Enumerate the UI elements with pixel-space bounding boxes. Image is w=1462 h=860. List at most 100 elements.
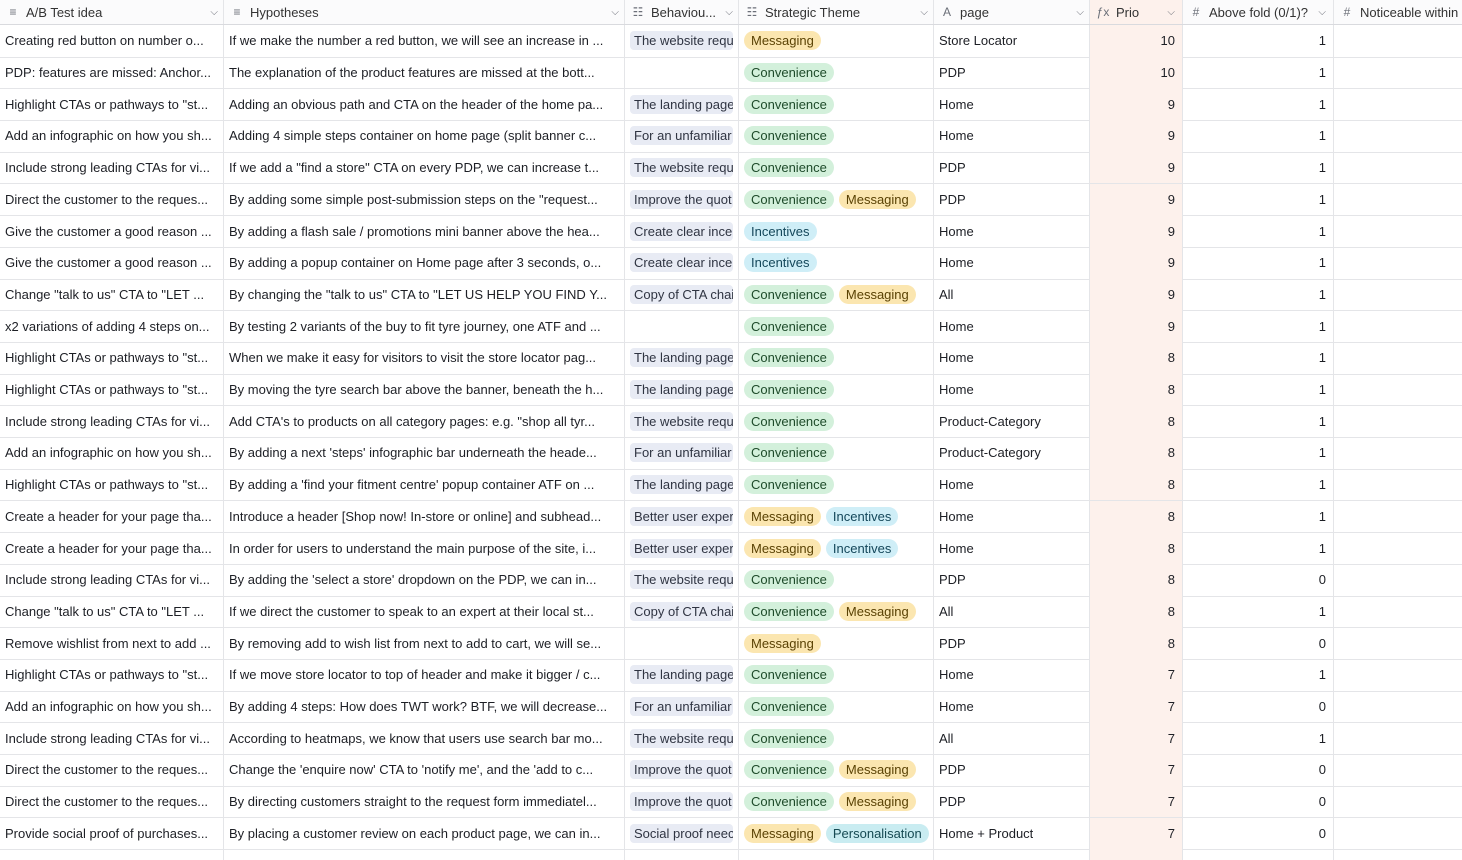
cell-noticeable[interactable] (1334, 501, 1462, 533)
cell-behaviour[interactable]: Improve the quot (625, 785, 739, 818)
cell-prio[interactable]: 8 (1090, 532, 1183, 564)
column-header-above-fold[interactable]: # Above fold (0/1)? ⌵ (1183, 0, 1334, 24)
cell-empty[interactable] (1090, 849, 1183, 860)
chevron-down-icon[interactable]: ⌵ (1076, 7, 1084, 18)
cell-hypothesis[interactable]: The explanation of the product features … (224, 56, 625, 89)
cell-strategic-theme[interactable]: Messaging Personalisation (739, 817, 934, 850)
cell-behaviour[interactable] (625, 310, 739, 342)
cell-strategic-theme[interactable]: Convenience Messaging (739, 785, 934, 818)
cell-page[interactable]: Home (934, 310, 1090, 342)
chevron-down-icon[interactable]: ⌵ (920, 7, 928, 18)
table-row[interactable]: Remove wishlist from next to add ... By r… (0, 627, 1462, 660)
cell-ab-test-idea[interactable]: Include strong leading CTAs for vi... (0, 151, 224, 184)
chevron-down-icon[interactable]: ⌵ (1167, 7, 1175, 18)
cell-strategic-theme[interactable]: Convenience (739, 88, 934, 121)
cell-ab-test-idea[interactable]: Highlight CTAs or pathways to "st... (0, 342, 224, 374)
cell-behaviour[interactable]: Improve the quot (625, 754, 739, 786)
cell-noticeable[interactable] (1334, 342, 1462, 374)
cell-noticeable[interactable] (1334, 374, 1462, 406)
table-row[interactable]: Create a header for your page tha... In o… (0, 532, 1462, 565)
cell-noticeable[interactable] (1334, 247, 1462, 279)
cell-behaviour[interactable]: For an unfamiliar (625, 437, 739, 469)
cell-ab-test-idea[interactable]: Remove wishlist from next to add ... (0, 627, 224, 659)
cell-hypothesis[interactable]: By testing 2 variants of the buy to fit … (224, 310, 625, 342)
cell-prio[interactable]: 9 (1090, 120, 1183, 152)
cell-prio[interactable]: 8 (1090, 437, 1183, 469)
chevron-down-icon[interactable]: ⌵ (611, 7, 619, 18)
table-row[interactable]: Provide social proof of purchases... By p… (0, 817, 1462, 851)
table-row[interactable]: Include strong leading CTAs for vi... Acc… (0, 722, 1462, 756)
cell-noticeable[interactable] (1334, 532, 1462, 564)
cell-behaviour[interactable]: The landing page (625, 342, 739, 374)
cell-noticeable[interactable] (1334, 120, 1462, 152)
cell-above-fold[interactable]: 0 (1183, 754, 1334, 786)
cell-noticeable[interactable] (1334, 437, 1462, 469)
table-row[interactable]: Highlight CTAs or pathways to "st... By a… (0, 468, 1462, 502)
cell-noticeable[interactable] (1334, 786, 1462, 818)
cell-ab-test-idea[interactable]: Highlight CTAs or pathways to "st... (0, 88, 224, 121)
cell-hypothesis[interactable]: By adding a 'find your fitment centre' p… (224, 468, 625, 501)
cell-strategic-theme[interactable]: Messaging (739, 627, 934, 659)
cell-noticeable[interactable] (1334, 279, 1462, 311)
cell-hypothesis[interactable]: Adding 4 simple steps container on home … (224, 120, 625, 152)
cell-strategic-theme[interactable]: Convenience (739, 342, 934, 374)
table-row[interactable]: Highlight CTAs or pathways to "st... Addi… (0, 88, 1462, 122)
cell-strategic-theme[interactable]: Convenience (739, 120, 934, 152)
cell-page[interactable]: Home (934, 88, 1090, 121)
cell-above-fold[interactable]: 1 (1183, 183, 1334, 216)
cell-hypothesis[interactable]: By adding some simple post-submission st… (224, 183, 625, 216)
cell-behaviour[interactable]: The landing page (625, 659, 739, 691)
cell-strategic-theme[interactable]: Convenience (739, 690, 934, 723)
cell-page[interactable]: PDP (934, 785, 1090, 818)
cell-noticeable[interactable] (1334, 184, 1462, 216)
cell-ab-test-idea[interactable]: Include strong leading CTAs for vi... (0, 722, 224, 755)
cell-page[interactable]: PDP (934, 627, 1090, 659)
cell-ab-test-idea[interactable]: Direct the customer to the reques... (0, 183, 224, 216)
cell-prio[interactable]: 8 (1090, 500, 1183, 533)
cell-noticeable[interactable] (1334, 469, 1462, 501)
cell-ab-test-idea[interactable]: Change "talk to us" CTA to "LET ... (0, 278, 224, 311)
cell-behaviour[interactable]: The website requ (625, 722, 739, 755)
cell-prio[interactable]: 7 (1090, 785, 1183, 818)
table-row[interactable]: Give the customer a good reason ... By ad… (0, 215, 1462, 248)
cell-above-fold[interactable]: 1 (1183, 373, 1334, 406)
table-row[interactable]: Include strong leading CTAs for vi... By … (0, 563, 1462, 597)
cell-ab-test-idea[interactable]: Change "talk to us" CTA to "LET ... (0, 595, 224, 628)
cell-ab-test-idea[interactable]: Highlight CTAs or pathways to "st... (0, 659, 224, 691)
table-row[interactable]: Add an infographic on how you sh... By ad… (0, 437, 1462, 470)
cell-above-fold[interactable]: 1 (1183, 405, 1334, 438)
cell-hypothesis[interactable]: Introduce a header [Shop now! In-store o… (224, 500, 625, 533)
cell-above-fold[interactable]: 1 (1183, 468, 1334, 501)
column-header-page[interactable]: A page ⌵ (934, 0, 1090, 24)
table-row[interactable]: Change "talk to us" CTA to "LET ... By ch… (0, 278, 1462, 312)
cell-above-fold[interactable]: 0 (1183, 690, 1334, 723)
cell-strategic-theme[interactable]: Convenience (739, 563, 934, 596)
cell-behaviour[interactable] (625, 56, 739, 89)
cell-strategic-theme[interactable]: Convenience (739, 437, 934, 469)
cell-ab-test-idea[interactable]: Add an infographic on how you sh... (0, 120, 224, 152)
cell-ab-test-idea[interactable]: Create a header for your page tha... (0, 532, 224, 564)
cell-above-fold[interactable]: 1 (1183, 532, 1334, 564)
cell-noticeable[interactable] (1334, 754, 1462, 786)
cell-strategic-theme[interactable]: Convenience (739, 468, 934, 501)
cell-noticeable[interactable] (1334, 818, 1462, 850)
cell-noticeable[interactable] (1334, 627, 1462, 659)
cell-noticeable[interactable] (1334, 722, 1462, 754)
cell-noticeable[interactable] (1334, 596, 1462, 628)
cell-prio[interactable]: 9 (1090, 88, 1183, 121)
cell-noticeable[interactable] (1334, 152, 1462, 184)
cell-ab-test-idea[interactable]: Direct the customer to the reques... (0, 754, 224, 786)
column-header-strategic-theme[interactable]: ☷ Strategic Theme ⌵ (739, 0, 934, 24)
cell-hypothesis[interactable]: By directing customers straight to the r… (224, 785, 625, 818)
cell-above-fold[interactable]: 1 (1183, 246, 1334, 279)
cell-strategic-theme[interactable]: Convenience (739, 405, 934, 438)
cell-prio[interactable]: 10 (1090, 56, 1183, 89)
table-row[interactable]: Direct the customer to the reques... By a… (0, 183, 1462, 217)
chevron-down-icon[interactable]: ⌵ (210, 7, 218, 18)
cell-hypothesis[interactable]: By changing the "talk to us" CTA to "LET… (224, 278, 625, 311)
cell-hypothesis[interactable]: By placing a customer review on each pro… (224, 817, 625, 850)
cell-behaviour[interactable]: Social proof neec (625, 817, 739, 850)
cell-page[interactable]: Home (934, 246, 1090, 279)
cell-prio[interactable]: 8 (1090, 373, 1183, 406)
table-row[interactable]: Creating red button on number o... If we … (0, 25, 1462, 58)
